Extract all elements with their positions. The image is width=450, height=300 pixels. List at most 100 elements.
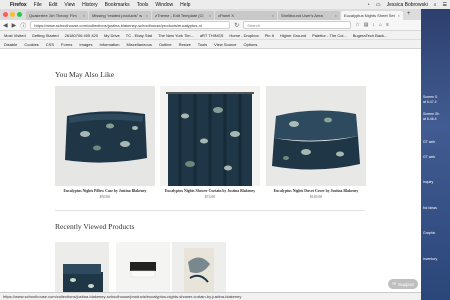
browser-window: Quakertee 'Art Theory' Flm × Missing "rel…	[0, 9, 421, 300]
desktop-folder[interactable]: Graphic	[423, 231, 449, 235]
user-name[interactable]: Jessica Bobrowski	[387, 2, 428, 8]
bookmark-item[interactable]: Pin It	[265, 33, 274, 38]
product-image-shower-curtain[interactable]	[160, 86, 260, 186]
bookmark-item[interactable]: TC - Ebay Stat	[126, 33, 152, 38]
download-icon[interactable]: ↓	[373, 22, 376, 28]
product-name[interactable]: Eucalyptus Nights Duvet Cover by Justina…	[266, 189, 366, 194]
menu-view[interactable]: View	[64, 2, 75, 8]
reload-icon[interactable]: ↻	[234, 22, 239, 29]
close-tab-icon[interactable]: ×	[335, 13, 337, 18]
product-price: $50.00	[99, 195, 111, 199]
product-image-pillow[interactable]	[55, 86, 155, 186]
close-tab-icon[interactable]: ×	[83, 13, 85, 18]
bookmark-item[interactable]: Most Visited	[4, 33, 26, 38]
menu-edit[interactable]: Edit	[49, 2, 58, 8]
product-price: $74.00	[204, 195, 216, 199]
devtool-view-source[interactable]: View Source	[214, 42, 236, 47]
spotlight-icon[interactable]: ⌕	[434, 2, 437, 8]
minimize-window-icon[interactable]	[10, 12, 15, 17]
menu-tools[interactable]: Tools	[137, 2, 149, 8]
devtool-css[interactable]: CSS	[46, 42, 54, 47]
devtool-information[interactable]: Information	[100, 42, 120, 47]
devtool-disable[interactable]: Disable	[4, 42, 17, 47]
devtool-tools[interactable]: Tools	[198, 42, 207, 47]
close-tab-icon[interactable]: ×	[398, 13, 400, 18]
also-like-title: You May Also Like	[55, 70, 115, 79]
section-divider	[55, 210, 365, 211]
menu-file[interactable]: File	[34, 2, 42, 8]
tab-label: Missing "related products" w	[92, 13, 143, 18]
tab-label: Shellbound User's Area	[281, 13, 323, 18]
menu-history[interactable]: History	[82, 2, 98, 8]
desktop-folder[interactable]: GT web	[423, 140, 449, 144]
desktop-file-sub[interactable]: at 6.47.4	[423, 100, 449, 104]
product-name[interactable]: Eucalyptus Nights Shower Curtain by Just…	[160, 189, 260, 194]
close-window-icon[interactable]	[3, 12, 8, 17]
zoom-window-icon[interactable]	[17, 12, 22, 17]
home-icon[interactable]: ⌂	[379, 22, 382, 28]
menu-window[interactable]: Window	[155, 2, 173, 8]
tab-4[interactable]: Shellbound User's Area ×	[278, 11, 340, 20]
devtool-images[interactable]: Images	[79, 42, 92, 47]
desktop-folder[interactable]: inquiry	[423, 180, 449, 184]
support-button[interactable]: ✉ Support	[388, 279, 418, 289]
menu-help[interactable]: Help	[180, 2, 190, 8]
forward-icon[interactable]: ▶	[12, 22, 17, 29]
site-info-icon[interactable]: ⓘ	[20, 21, 26, 30]
reader-icon[interactable]: ▤	[364, 22, 369, 28]
product-card[interactable]: Eucalyptus Nights Duvet Cover by Justina…	[266, 86, 366, 199]
desktop-file-sub[interactable]: at 6.46.4	[423, 117, 449, 121]
bookmark-item[interactable]: Home - Dropbox	[229, 33, 258, 38]
desktop-folder[interactable]: biz ideas	[423, 206, 449, 210]
search-input[interactable]: Search	[243, 21, 352, 29]
product-name[interactable]: Eucalyptus Nights Pillow Case by Justina…	[55, 189, 155, 194]
bookmark-item[interactable]: Higher Ground	[280, 33, 306, 38]
mac-menu-bar: Firefox File Edit View History Bookmarks…	[0, 0, 450, 9]
desktop-file[interactable]: Screen Sh	[423, 112, 449, 116]
close-tab-icon[interactable]: ×	[146, 13, 148, 18]
tab-bar: Quakertee 'Art Theory' Flm × Missing "rel…	[0, 9, 421, 20]
desktop-file[interactable]: Screen S	[423, 95, 449, 99]
bookmark-item[interactable]: Getting Started	[32, 33, 59, 38]
notification-icon[interactable]: ☰	[443, 2, 447, 8]
new-tab-icon[interactable]: +	[404, 11, 414, 20]
tab-label: cPanel X	[218, 13, 235, 18]
app-menu[interactable]: Firefox	[10, 2, 27, 8]
bookmark-item[interactable]: Palettor - The Col...	[312, 33, 347, 38]
desktop-folder[interactable]: GT web	[423, 155, 449, 159]
product-card[interactable]: Eucalyptus Nights Shower Curtain by Just…	[160, 86, 260, 199]
bookmark-item[interactable]: 26180706 405 420	[65, 33, 98, 38]
tab-0[interactable]: Quakertee 'Art Theory' Flm ×	[26, 11, 88, 20]
devtool-miscellaneous[interactable]: Miscellaneous	[127, 42, 152, 47]
bookmark-item[interactable]: BugeraTech Back...	[353, 33, 388, 38]
tab-3[interactable]: cPanel X ×	[215, 11, 277, 20]
bookmark-item[interactable]: aRT THINGS	[200, 33, 224, 38]
product-image-duvet[interactable]	[266, 86, 366, 186]
close-tab-icon[interactable]: ×	[272, 13, 274, 18]
devtool-forms[interactable]: Forms	[61, 42, 72, 47]
bookmark-item[interactable]: My Drive	[104, 33, 120, 38]
menu-bookmarks[interactable]: Bookmarks	[105, 2, 130, 8]
devtool-outline[interactable]: Outline	[159, 42, 172, 47]
url-bar[interactable]: https://www.schoolhouse.com/collections/…	[30, 21, 231, 29]
recently-viewed-title: Recently Viewed Products	[55, 222, 135, 231]
bookmark-item[interactable]: The New York Tim...	[158, 33, 194, 38]
devtool-resize[interactable]: Resize	[179, 42, 191, 47]
devtool-cookies[interactable]: Cookies	[24, 42, 38, 47]
menu-icon[interactable]: ≡	[386, 22, 389, 28]
desktop-folder[interactable]: inventory	[423, 257, 449, 261]
tab-5-active[interactable]: Eucalyptus Nights Sheet Set ×	[341, 11, 403, 20]
back-icon[interactable]: ◀	[3, 22, 8, 29]
desktop-strip: Screen S at 6.47.4 Screen Sh at 6.46.4 G…	[421, 9, 450, 300]
tab-2[interactable]: zTheme - Edit Template (Cl ×	[152, 11, 214, 20]
status-bar: https://www.schoolhouse.com/collections/…	[0, 292, 421, 300]
star-icon[interactable]: ☆	[355, 22, 359, 28]
battery-icon[interactable]: ▭	[376, 2, 381, 8]
support-icon: ✉	[392, 281, 396, 286]
devtool-options[interactable]: Options	[244, 42, 258, 47]
wifi-icon[interactable]: ◔	[367, 2, 370, 8]
tab-1[interactable]: Missing "related products" w ×	[89, 11, 151, 20]
tab-label: Quakertee 'Art Theory' Flm	[29, 13, 77, 18]
product-card[interactable]: Eucalyptus Nights Pillow Case by Justina…	[55, 86, 155, 199]
close-tab-icon[interactable]: ×	[209, 13, 211, 18]
